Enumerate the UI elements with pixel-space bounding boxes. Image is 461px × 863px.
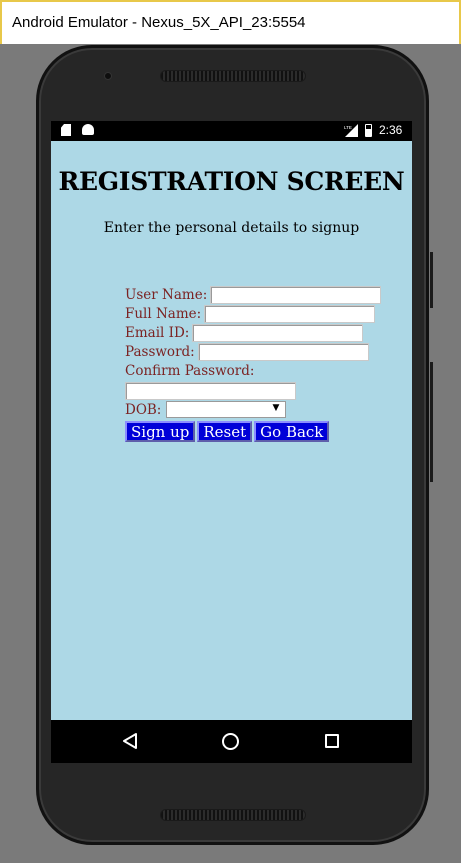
password-row: Password: <box>125 343 395 362</box>
dob-select[interactable]: ▼ <box>166 401 287 419</box>
password-input[interactable] <box>197 343 369 362</box>
back-icon[interactable] <box>121 732 139 750</box>
dob-row: DOB: ▼ <box>125 400 395 419</box>
front-camera <box>104 72 112 80</box>
battery-icon <box>365 124 372 137</box>
fullname-label: Full Name: <box>125 305 202 322</box>
email-input[interactable] <box>192 323 364 342</box>
confirm-password-row <box>125 381 395 400</box>
dropdown-arrow-icon: ▼ <box>272 403 280 414</box>
window-titlebar: Android Emulator - Nexus_5X_API_23:5554 <box>0 0 461 44</box>
top-speaker <box>160 70 306 82</box>
registration-form: User Name: Full Name: Email ID: Password… <box>125 285 395 443</box>
android-debug-icon <box>82 124 94 135</box>
bottom-speaker <box>160 809 306 821</box>
status-bar: LTE 2:36 <box>51 121 412 141</box>
username-input[interactable] <box>210 285 382 304</box>
svg-text:LTE: LTE <box>344 125 352 130</box>
lte-signal-icon: LTE <box>344 124 358 137</box>
confirm-password-input[interactable] <box>125 381 296 400</box>
confirm-password-label-row: Confirm Password: <box>125 362 395 381</box>
email-label: Email ID: <box>125 324 190 341</box>
confirm-password-label: Confirm Password: <box>125 363 255 380</box>
page-subtitle: Enter the personal details to signup <box>103 220 360 236</box>
device-screen: LTE 2:36 REGISTRATION SCREEN Enter the p… <box>51 121 412 763</box>
fullname-input[interactable] <box>204 304 376 323</box>
window-title: Android Emulator - Nexus_5X_API_23:5554 <box>12 14 306 31</box>
reset-button[interactable]: Reset <box>197 421 253 443</box>
page-title: REGISTRATION SCREEN <box>58 167 405 196</box>
go-back-button[interactable]: Go Back <box>254 421 330 443</box>
power-button[interactable] <box>430 252 433 308</box>
username-row: User Name: <box>125 285 395 304</box>
app-content: REGISTRATION SCREEN Enter the personal d… <box>51 141 412 720</box>
recents-icon[interactable] <box>325 734 339 748</box>
email-row: Email ID: <box>125 323 395 342</box>
form-actions: Sign up Reset Go Back <box>125 421 395 443</box>
dob-label: DOB: <box>125 401 162 418</box>
password-label: Password: <box>125 344 195 361</box>
status-time: 2:36 <box>379 123 403 137</box>
navigation-bar <box>51 720 412 763</box>
volume-button[interactable] <box>430 362 433 482</box>
sd-card-icon <box>61 124 71 136</box>
username-label: User Name: <box>125 286 208 303</box>
fullname-row: Full Name: <box>125 304 395 323</box>
home-icon[interactable] <box>222 733 239 750</box>
signup-button[interactable]: Sign up <box>125 421 196 443</box>
